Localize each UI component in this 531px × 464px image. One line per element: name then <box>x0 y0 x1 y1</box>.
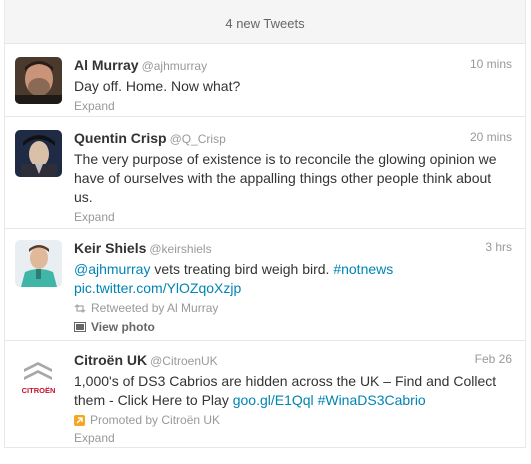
timeline-stream: 4 new Tweets Al Murray @ajhmurray 10 mins… <box>4 0 526 448</box>
promoted-by[interactable]: Promoted by Citroën UK <box>74 412 512 428</box>
tweet-author-handle[interactable]: @Q_Crisp <box>170 132 226 146</box>
photo-icon <box>74 322 86 332</box>
tweet-item[interactable]: Quentin Crisp @Q_Crisp 20 mins The very p… <box>5 117 525 229</box>
retweeted-by-label: Retweeted by Al Murray <box>91 301 219 315</box>
tweet-text: @ajhmurray vets treating bird weigh bird… <box>74 260 512 298</box>
avatar[interactable] <box>15 57 62 104</box>
tweet-item[interactable]: CITROËN Citroën UK @CitroenUK Feb 26 1,00… <box>5 341 525 448</box>
expand-link[interactable]: Expand <box>74 209 512 225</box>
tweet-text: 1,000's of DS3 Cabrios are hidden across… <box>74 372 512 410</box>
expand-link[interactable]: Expand <box>74 98 512 114</box>
citroen-logo: CITROËN <box>22 362 56 395</box>
retweet-icon <box>74 303 86 313</box>
tweet-author-name[interactable]: Keir Shiels <box>74 240 146 256</box>
hashtag-link[interactable]: #WinaDS3Cabrio <box>318 392 426 408</box>
tweet-text-body: vets treating bird weigh bird. <box>150 261 334 277</box>
tweet-text: Day off. Home. Now what? <box>74 78 241 94</box>
pic-link[interactable]: pic.twitter.com/YlOZqoXzjp <box>74 280 241 296</box>
avatar[interactable] <box>15 240 62 287</box>
tweet-item[interactable]: Al Murray @ajhmurray 10 mins Day off. Hom… <box>5 44 525 117</box>
tweet-timestamp[interactable]: 3 hrs <box>485 240 512 254</box>
tweet-author-name[interactable]: Al Murray <box>74 57 139 73</box>
avatar[interactable]: CITROËN <box>15 357 62 404</box>
promoted-icon <box>74 414 85 426</box>
promoted-label: Promoted by Citroën UK <box>90 413 221 427</box>
hashtag-link[interactable]: #notnews <box>333 261 393 277</box>
mention-link[interactable]: @ajhmurray <box>74 261 150 277</box>
tweet-text: The very purpose of existence is to reco… <box>74 151 497 205</box>
tweet-author-name[interactable]: Citroën UK <box>74 352 147 368</box>
tweet-author-name[interactable]: Quentin Crisp <box>74 130 167 146</box>
retweeted-by[interactable]: Retweeted by Al Murray <box>74 300 512 316</box>
tweet-author-handle[interactable]: @ajhmurray <box>142 59 208 73</box>
tweet-timestamp[interactable]: 20 mins <box>470 130 512 144</box>
citroen-logo-text: CITROËN <box>22 386 56 395</box>
avatar[interactable] <box>15 130 62 177</box>
new-tweets-bar[interactable]: 4 new Tweets <box>5 0 525 44</box>
tweet-timestamp[interactable]: 10 mins <box>470 57 512 71</box>
tweet-item[interactable]: Keir Shiels @keirshiels 3 hrs @ajhmurray … <box>5 229 525 341</box>
expand-link[interactable]: Expand <box>74 430 512 446</box>
tweet-author-handle[interactable]: @CitroenUK <box>150 354 218 368</box>
url-link[interactable]: goo.gl/E1Qql <box>233 392 314 408</box>
tweet-timestamp[interactable]: Feb 26 <box>475 352 512 366</box>
tweet-author-handle[interactable]: @keirshiels <box>149 242 211 256</box>
view-photo-label: View photo <box>91 320 155 334</box>
view-photo-link[interactable]: View photo <box>74 319 512 335</box>
